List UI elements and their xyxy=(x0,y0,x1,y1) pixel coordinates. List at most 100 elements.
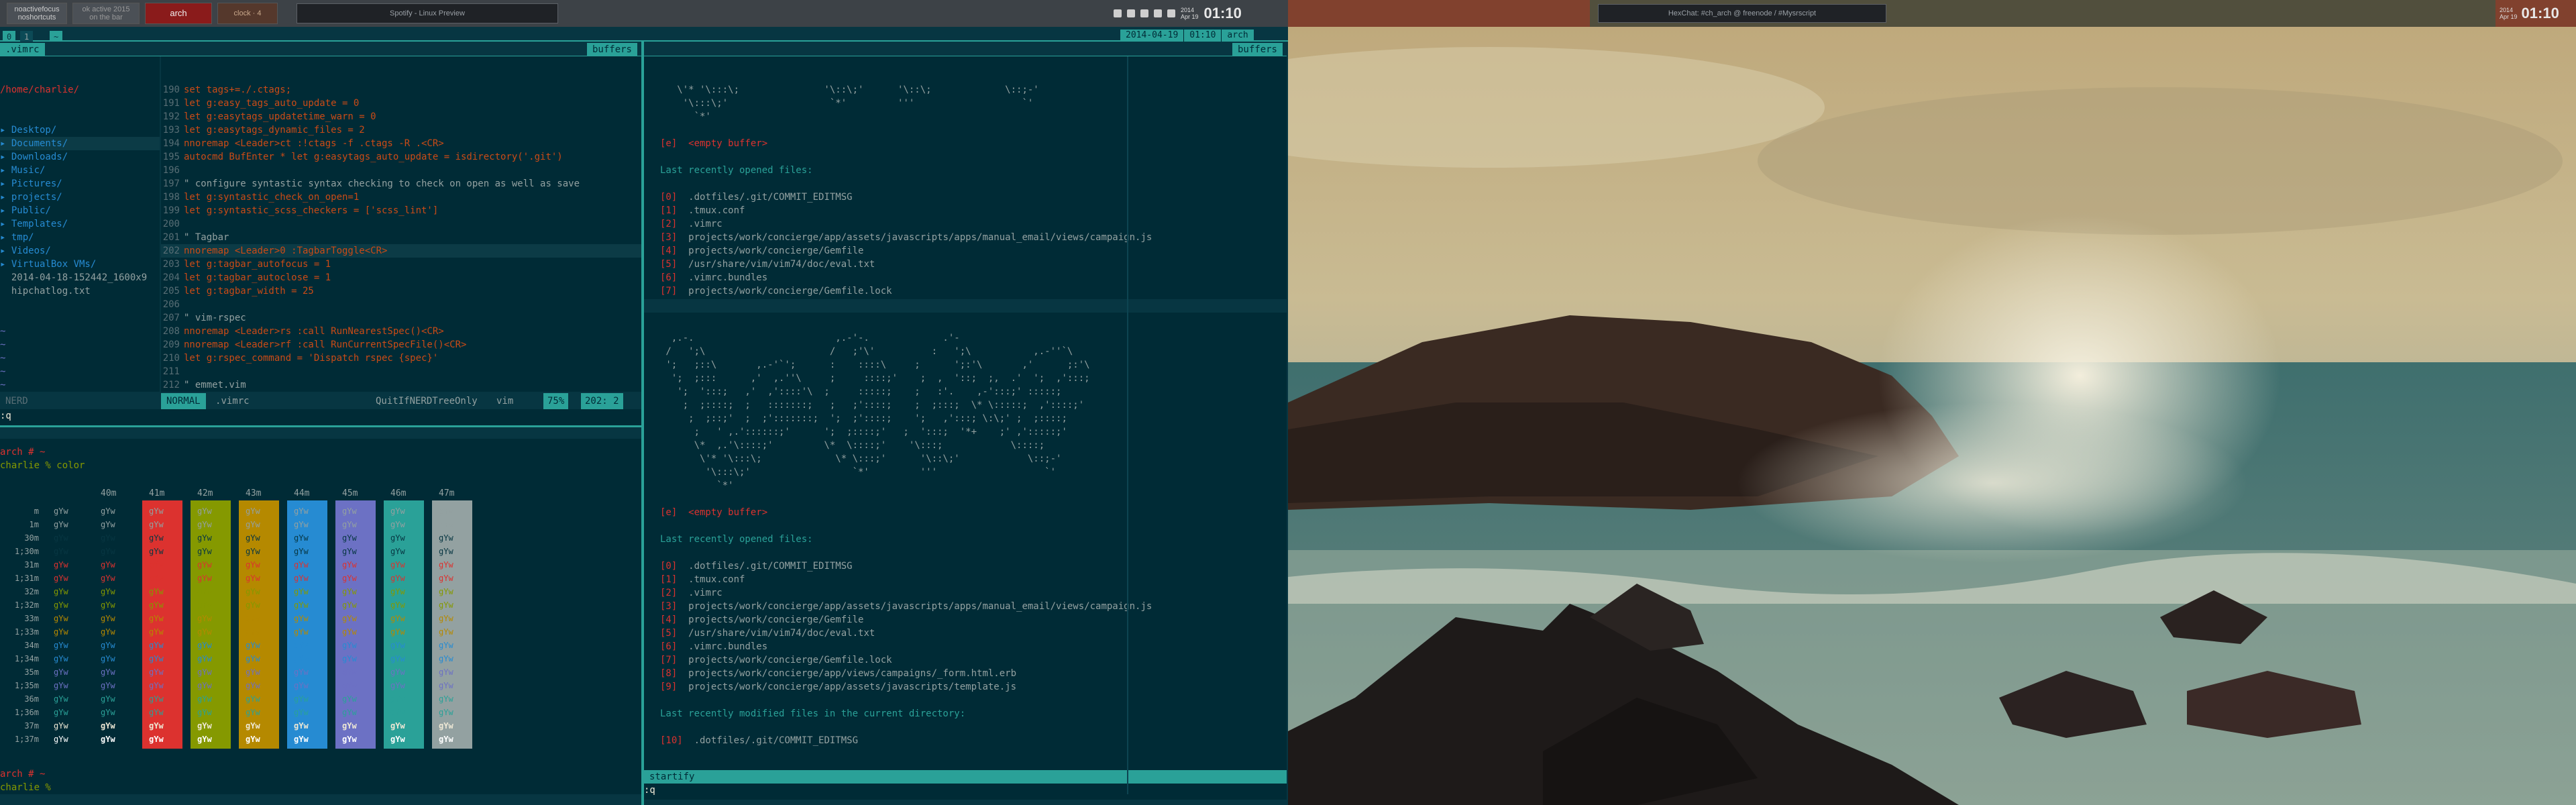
vim-cmdline[interactable]: :q xyxy=(0,409,641,425)
startify-file-item[interactable]: [6] .vimrc.bundles xyxy=(644,271,1287,284)
date-small: 2014 Apr 19 xyxy=(1181,7,1199,20)
color-row-label: m xyxy=(34,506,39,516)
right-window-title[interactable]: HexChat: #ch_arch @ freenode / #Mysrscri… xyxy=(1598,4,1886,23)
tag-4[interactable]: clock · 4 xyxy=(217,3,278,24)
code-line[interactable]: 211 xyxy=(161,365,641,378)
nerdtree-item[interactable]: hipchatlog.txt xyxy=(0,284,160,298)
color-sample: gYw xyxy=(149,641,164,650)
nerdtree-item[interactable]: ▸ Documents/ xyxy=(0,137,160,150)
startify-file-item[interactable]: [7] projects/work/concierge/Gemfile.lock xyxy=(644,653,1152,667)
code-line[interactable]: 198 let g:syntastic_check_on_open=1 xyxy=(161,191,641,204)
code-line[interactable]: 209 nnoremap <Leader>rf :call RunCurrentS… xyxy=(161,338,641,352)
code-line[interactable]: 205 let g:tagbar_width = 25 xyxy=(161,284,641,298)
color-row-label: 1;37m xyxy=(14,735,39,744)
code-line[interactable]: 190 set tags+=./.ctags; xyxy=(161,83,641,97)
code-line[interactable]: 204 let g:tagbar_autoclose = 1 xyxy=(161,271,641,284)
desktop-wallpaper xyxy=(1288,27,2576,805)
volume-icon[interactable] xyxy=(1127,9,1135,17)
startify-file-item[interactable]: [6] .vimrc.bundles xyxy=(644,640,1152,653)
line-number: 211 xyxy=(162,366,180,377)
startify-file-item[interactable]: [4] projects/work/concierge/Gemfile xyxy=(644,613,1152,627)
nerdtree-list: ▸ Desktop/▸ Documents/▸ Downloads/▸ Musi… xyxy=(0,123,160,298)
code-line[interactable]: 201 " Tagbar xyxy=(161,231,641,244)
vimrc-editor[interactable]: 190 set tags+=./.ctags; 191 let g:easy_tags… xyxy=(161,56,641,392)
code-line[interactable]: 197 " configure syntastic syntax checking… xyxy=(161,177,641,191)
nerdtree-item[interactable]: ▸ Pictures/ xyxy=(0,177,160,191)
startify-file-item[interactable]: [2] .vimrc xyxy=(644,586,1152,600)
startify-file-item[interactable]: [1] .tmux.conf xyxy=(644,573,1152,586)
startify-file-item[interactable]: [9] projects/work/concierge/app/assets/j… xyxy=(644,680,1152,694)
battery-icon[interactable] xyxy=(1140,9,1148,17)
ascii-art-line: / ';\ / ;'\' : ';\ ,.-''`\ xyxy=(660,346,1073,357)
nerdtree-item[interactable]: ▸ tmp/ xyxy=(0,231,160,244)
nerdtree-item[interactable]: ▸ projects/ xyxy=(0,191,160,204)
nerdtree-item[interactable]: ▸ Public/ xyxy=(0,204,160,217)
nerdtree-item[interactable]: ▸ Music/ xyxy=(0,164,160,177)
window-title[interactable]: Spotify - Linux Preview xyxy=(297,3,558,23)
startify-file-item[interactable]: [8] projects/work/concierge/app/views/ca… xyxy=(644,667,1152,680)
pane-split-horizontal[interactable] xyxy=(0,425,641,427)
startify-file-item[interactable]: [1] .tmux.conf xyxy=(644,204,1287,217)
code-line[interactable]: 206 xyxy=(161,298,641,311)
tag-2[interactable]: ok active 2015 on the bar xyxy=(72,3,140,24)
startify-file-item[interactable]: [3] projects/work/concierge/app/assets/j… xyxy=(644,600,1152,613)
startify-file-item[interactable]: [0] .dotfiles/.git/COMMIT_EDITMSG xyxy=(644,191,1287,204)
nerdtree-root[interactable]: /home/charlie/ xyxy=(0,83,160,97)
code-text: let g:tagbar_autoclose = 1 xyxy=(184,272,331,283)
startify-empty-buffer[interactable]: [e] <empty buffer> xyxy=(644,137,1287,150)
code-line[interactable]: 191 let g:easy_tags_auto_update = 0 xyxy=(161,97,641,110)
startify-empty-buffer-2[interactable]: [e] <empty buffer> xyxy=(644,506,1152,519)
color-sample: gYw xyxy=(149,520,164,529)
vim-tab-vimrc[interactable]: .vimrc xyxy=(0,43,45,56)
code-line[interactable]: 208 nnoremap <Leader>rs :call RunNearestS… xyxy=(161,325,641,338)
code-text: let g:tagbar_width = 25 xyxy=(184,286,314,297)
nerdtree-pane[interactable]: /home/charlie/ ▸ Desktop/▸ Documents/▸ D… xyxy=(0,56,160,392)
tag-arch[interactable]: arch xyxy=(145,3,212,24)
startify-file-item[interactable]: [4] projects/work/concierge/Gemfile xyxy=(644,244,1287,258)
color-sample: gYw xyxy=(246,574,260,583)
startify-file-item[interactable]: [2] .vimrc xyxy=(644,217,1287,231)
startify-file-path: /usr/share/vim/vim74/doc/eval.txt xyxy=(688,628,875,639)
code-line[interactable]: 212 " emmet.vim xyxy=(161,378,641,392)
color-test-pane[interactable]: arch # ~ charlie % color 40m 41m 42m 43m 44m… xyxy=(0,439,641,794)
code-line[interactable]: 203 let g:tagbar_autofocus = 1 xyxy=(161,258,641,271)
nerdtree-item[interactable]: ▸ Templates/ xyxy=(0,217,160,231)
nerdtree-item[interactable]: ▸ VirtualBox VMs/ xyxy=(0,258,160,271)
tag-1[interactable]: noactivefocus noshortcuts xyxy=(7,3,67,24)
nerdtree-item[interactable]: ▸ Desktop/ xyxy=(0,123,160,137)
code-line[interactable]: 210 let g:rspec_command = 'Dispatch rspec… xyxy=(161,352,641,365)
code-text: " Tagbar xyxy=(184,232,229,243)
color-sample: gYw xyxy=(197,735,212,744)
code-line[interactable]: 199 let g:syntastic_scss_checkers = ['scs… xyxy=(161,204,641,217)
code-line[interactable]: 192 let g:easytags_updatetime_warn = 0 xyxy=(161,110,641,123)
nerdtree-item[interactable]: 2014-04-18-152442_1600x9 xyxy=(0,271,160,284)
line-number: 194 xyxy=(162,138,180,149)
color-sample: gYw xyxy=(390,627,405,637)
code-line[interactable]: 193 let g:easytags_dynamic_files = 2 xyxy=(161,123,641,137)
nerdtree-item[interactable]: ▸ Downloads/ xyxy=(0,150,160,164)
nerdtree-item[interactable]: ▸ Videos/ xyxy=(0,244,160,258)
code-line[interactable]: 202 nnoremap <Leader>0 :TagbarToggle<CR> xyxy=(161,244,641,258)
startify-file-item[interactable]: [3] projects/work/concierge/app/assets/j… xyxy=(644,231,1287,244)
code-line[interactable]: 207 " vim-rspec xyxy=(161,311,641,325)
chat-icon[interactable] xyxy=(1167,9,1175,17)
code-line[interactable]: 200 xyxy=(161,217,641,231)
network-icon[interactable] xyxy=(1114,9,1122,17)
color-sample: gYw xyxy=(101,506,115,516)
startify-file-item[interactable]: [7] projects/work/concierge/Gemfile.lock xyxy=(644,284,1287,298)
code-line[interactable]: 195 autocmd BufEnter * let g:easytags_aut… xyxy=(161,150,641,164)
startify-file-item[interactable]: [5] /usr/share/vim/vim74/doc/eval.txt xyxy=(644,627,1152,640)
color-sample: gYw xyxy=(390,721,405,731)
mail-icon[interactable] xyxy=(1154,9,1162,17)
startify-cmdline[interactable]: :q xyxy=(644,784,655,797)
shell-prompt-host-2: arch # ~ xyxy=(0,769,46,780)
code-line[interactable]: 194 nnoremap <Leader>ct :!ctags -f .ctags… xyxy=(161,137,641,150)
startify-file-item[interactable]: [10] .dotfiles/.git/COMMIT_EDITMSG xyxy=(644,734,1152,747)
startify-pane[interactable]: \'* '\:::\; '\::\;' '\::\; \::;-' '\:::\… xyxy=(644,56,1287,800)
code-line[interactable]: 196 xyxy=(161,164,641,177)
startify-file-item[interactable]: [0] .dotfiles/.git/COMMIT_EDITMSG xyxy=(644,559,1152,573)
startify-file-item[interactable]: [5] /usr/share/vim/vim74/doc/eval.txt xyxy=(644,258,1287,271)
